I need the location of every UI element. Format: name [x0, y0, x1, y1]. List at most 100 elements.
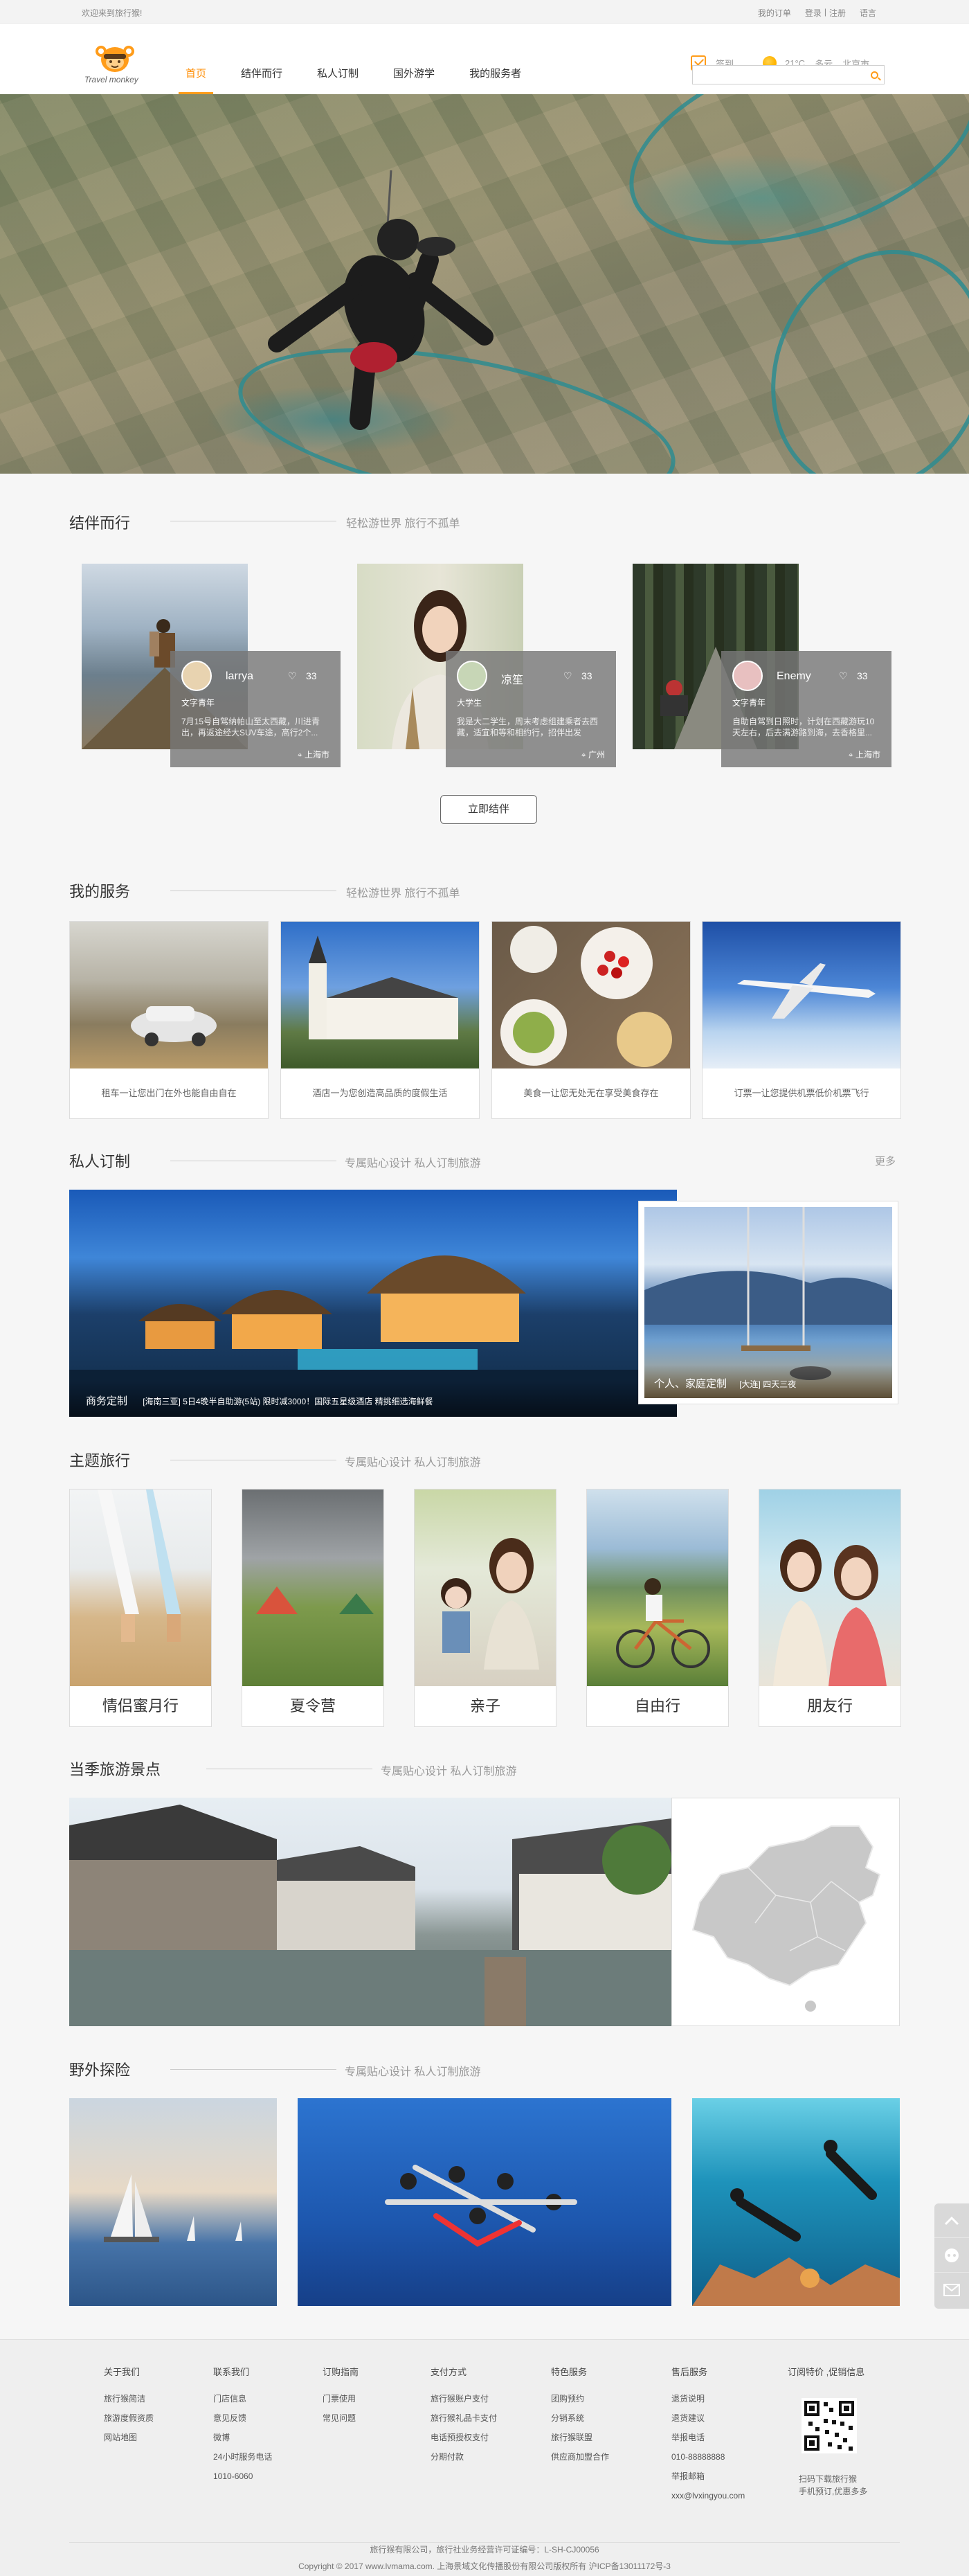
theme-image: [242, 1490, 383, 1686]
app-caption-line: 手机预订,优惠多多: [799, 2487, 868, 2496]
footer-link[interactable]: 电话预授权支付: [431, 2428, 497, 2447]
footer-link[interactable]: 退货建议: [671, 2408, 745, 2428]
search-icon[interactable]: [871, 71, 878, 79]
companion-card[interactable]: larrya ♡ 33 文字青年 7月15号自驾纳帕山至太西藏，川进青出，再返途…: [170, 651, 341, 767]
companion-card[interactable]: 凉笙 ♡ 33 大学生 我是大二学生，周末考虑组建乘者去西藏，适宜和等和相约行，…: [446, 651, 616, 767]
china-map[interactable]: [671, 1798, 900, 2026]
customer-service-icon[interactable]: [934, 2238, 969, 2273]
location-text: 上海市: [855, 750, 880, 760]
heart-icon[interactable]: ♡: [563, 670, 572, 682]
footer-link[interactable]: 门票使用: [323, 2389, 359, 2408]
outdoor-image-diving[interactable]: [692, 2098, 900, 2306]
footer-link[interactable]: 意见反馈: [213, 2408, 272, 2428]
search-box: [692, 65, 885, 84]
couple-feet-figure: [98, 1490, 181, 1642]
companion-card[interactable]: Enemy ♡ 33 文字青年 自助自驾到日照时，计划在西藏游玩10天左右，后去…: [721, 651, 891, 767]
companion-location: ⌖ 上海市: [298, 749, 329, 760]
service-image: [281, 922, 479, 1068]
theme-card-summer-camp[interactable]: 夏令营: [242, 1489, 384, 1727]
service-card-car[interactable]: 租车一让您出门在外也能自由自在: [69, 921, 269, 1119]
private-main-banner[interactable]: 商务定制 [海南三亚] 5日4晚半自助游(5站) 限时减3000！国际五星级酒店…: [69, 1190, 677, 1417]
footer-link[interactable]: 旅游度假资质: [104, 2408, 154, 2428]
footer-col-about: 关于我们 旅行猴简洁 旅游度假资质 网站地图: [104, 2365, 154, 2447]
service-caption: 租车一让您出门在外也能自由自在: [101, 1088, 237, 1098]
theme-card-honeymoon[interactable]: 情侣蜜月行: [69, 1489, 212, 1727]
service-caption: 酒店一为您创造高品质的度假生活: [312, 1088, 448, 1098]
footer-link[interactable]: 旅行猴联盟: [551, 2428, 609, 2447]
nav-home[interactable]: 首页: [173, 64, 219, 94]
footer-link: 举报电话: [671, 2433, 705, 2442]
companion-desc: 7月15号自驾纳帕山至太西藏，川进青出，再返途经大SUV车途，高行2个...: [181, 717, 320, 737]
footer-col-title: 支付方式: [431, 2367, 467, 2377]
footer-link[interactable]: 团购预约: [551, 2389, 609, 2408]
language-link[interactable]: 语言: [853, 7, 883, 19]
theme-caption: 亲子: [469, 1697, 500, 1715]
section-title-outdoor: 野外探险: [69, 2061, 131, 2079]
footer-link[interactable]: 分销系统: [551, 2408, 609, 2428]
friends-figure: [773, 1539, 887, 1686]
location-text: 广州: [588, 750, 605, 760]
top-links: 我的订单 登录 | 注册 语言: [751, 7, 883, 19]
service-caption: 订票一让您提供机票低价机票飞行: [734, 1088, 869, 1098]
companion-name: 凉笙: [501, 674, 524, 686]
my-orders-link[interactable]: 我的订单: [751, 7, 798, 19]
theme-card-family[interactable]: 亲子: [414, 1489, 556, 1727]
private-side-card[interactable]: 个人、家庭定制 [大连] 四天三夜: [638, 1201, 898, 1404]
footer-link[interactable]: 网站地图: [104, 2428, 154, 2447]
mail-icon[interactable]: [934, 2273, 969, 2307]
theme-card-self-guided[interactable]: 自由行: [586, 1489, 729, 1727]
footer-link[interactable]: 分期付款: [431, 2447, 497, 2467]
footer-link[interactable]: xxx@lvxingyou.com: [671, 2486, 745, 2505]
footer-col-app: 订阅特价 ,促销信息: [788, 2365, 864, 2389]
like-count: 33: [857, 670, 868, 681]
footer-link[interactable]: 常见问题: [323, 2408, 359, 2428]
season-banner[interactable]: [69, 1798, 671, 2026]
nav-my-servicers[interactable]: 我的服务者: [457, 64, 534, 94]
footer-link[interactable]: 微博: [213, 2428, 272, 2447]
more-link[interactable]: 更多: [875, 1154, 896, 1168]
tent-figure: [256, 1586, 374, 1614]
companion-name: larrya: [226, 670, 254, 682]
join-companion-button[interactable]: 立即结伴: [440, 795, 537, 824]
nav-companions[interactable]: 结伴而行: [228, 64, 295, 94]
monkey-logo-icon: [96, 46, 134, 72]
app-caption: 扫码下载旅行猴 手机预订,优惠多多: [799, 2473, 867, 2498]
nav-private-custom[interactable]: 私人订制: [305, 64, 371, 94]
logo[interactable]: Travel monkey: [82, 40, 151, 90]
copyright: Copyright © 2017 www.lvmama.com. 上海景域文化传…: [298, 2561, 671, 2571]
avatar: [457, 661, 487, 691]
car-figure: [131, 1006, 217, 1046]
outdoor-image-skydiving[interactable]: [298, 2098, 671, 2306]
church-figure: [309, 936, 458, 1039]
hero-banner[interactable]: [0, 94, 969, 474]
back-to-top-icon[interactable]: [934, 2203, 969, 2238]
service-card-food[interactable]: 美食一让您无处无在享受美食存在: [491, 921, 691, 1119]
footer-link[interactable]: 旅行猴账户支付: [431, 2389, 497, 2408]
theme-image: [415, 1490, 556, 1686]
footer-link[interactable]: 供应商加盟合作: [551, 2447, 609, 2467]
service-caption: 美食一让您无处无在享受美食存在: [523, 1088, 659, 1098]
nav-study-abroad[interactable]: 国外游学: [381, 64, 447, 94]
heart-icon[interactable]: ♡: [839, 670, 848, 682]
service-card-flight[interactable]: 订票一让您提供机票低价机票飞行: [702, 921, 901, 1119]
footer-link[interactable]: 旅行猴礼品卡支付: [431, 2408, 497, 2428]
footer-link[interactable]: 门店信息: [213, 2389, 272, 2408]
food-figure: [500, 926, 672, 1067]
footer-link[interactable]: 退货说明: [671, 2389, 745, 2408]
outdoor-image-sailing[interactable]: [69, 2098, 277, 2306]
theme-card-friends[interactable]: 朋友行: [759, 1489, 901, 1727]
search-input[interactable]: [693, 66, 863, 84]
sailboats-figure: [104, 2174, 242, 2242]
footer-col-contact: 联系我们 门店信息 意见反馈 微博 24小时服务电话 1010-6060: [213, 2365, 272, 2486]
main-nav: 首页 结伴而行 私人订制 国外游学 我的服务者: [173, 64, 543, 94]
login-link[interactable]: 登录: [798, 7, 823, 19]
divider: [170, 2069, 336, 2070]
like-count: 33: [581, 670, 592, 681]
swing-image: 个人、家庭定制 [大连] 四天三夜: [644, 1207, 892, 1398]
heart-icon[interactable]: ♡: [288, 670, 297, 682]
register-link[interactable]: 注册: [828, 7, 853, 19]
service-card-hotel[interactable]: 酒店一为您创造高品质的度假生活: [280, 921, 480, 1119]
footer-link: 24小时服务电话: [213, 2452, 273, 2462]
footer-link[interactable]: 旅行猴简洁: [104, 2389, 154, 2408]
footer-link: 举报邮箱: [671, 2471, 705, 2481]
